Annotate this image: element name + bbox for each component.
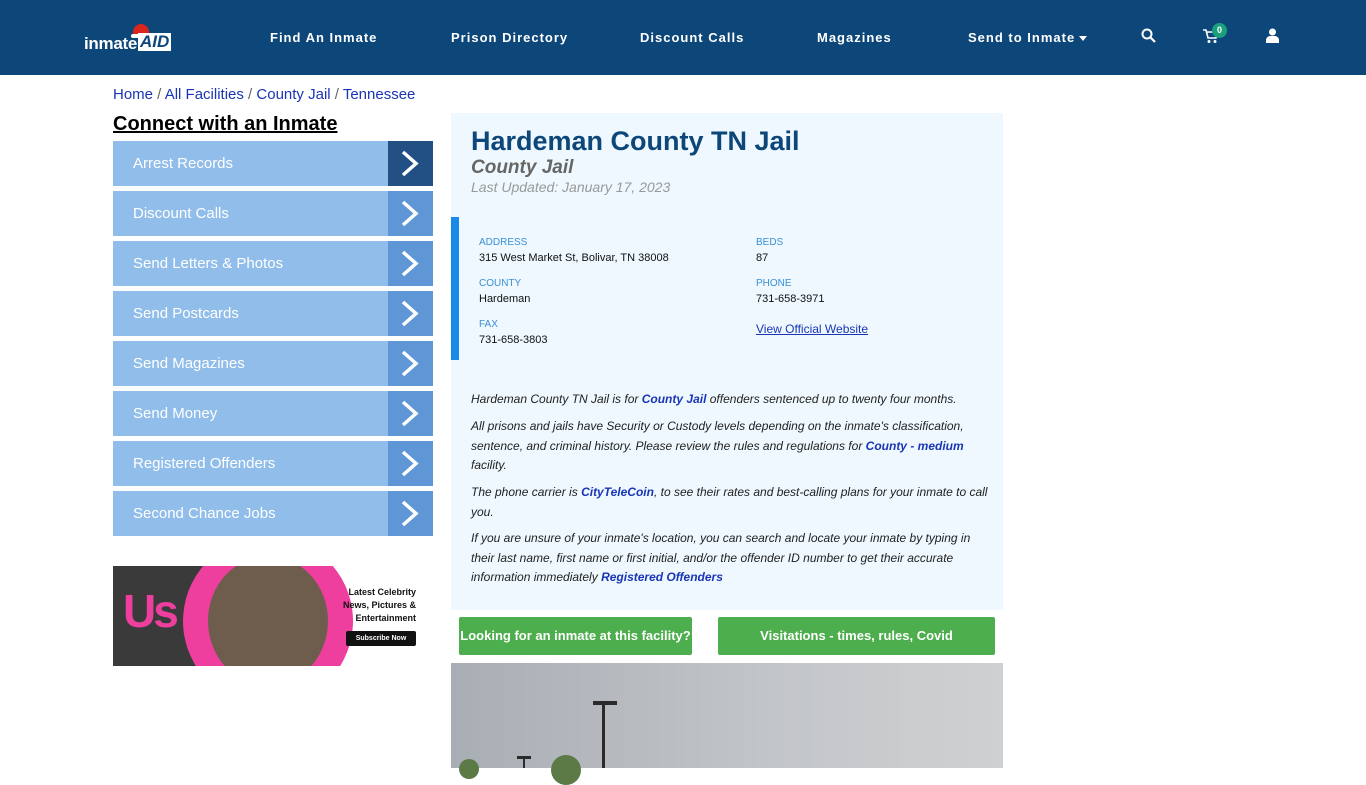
chevron-right-icon [388,291,433,336]
sidebar-item-label: Arrest Records [133,155,234,172]
sidebar-item-send-money[interactable]: Send Money [113,391,433,436]
chevron-right-icon [388,141,433,186]
field-value: Hardeman [479,293,531,305]
chevron-right-icon [388,491,433,536]
text: offenders sentenced up to twenty four mo… [706,392,957,406]
sidebar-item-discount-calls[interactable]: Discount Calls [113,191,433,236]
field-label: PHONE [756,278,792,289]
nav-prison-directory[interactable]: Prison Directory [451,30,568,45]
caret-down-icon [1079,36,1088,42]
info-accent-bar [451,217,459,360]
chevron-right-icon [388,241,433,286]
sidebar-item-label: Send Postcards [133,305,239,322]
breadcrumb-all-facilities[interactable]: All Facilities [165,86,244,103]
search-paragraph: If you are unsure of your inmate's locat… [471,529,996,588]
breadcrumb-tennessee[interactable]: Tennessee [343,86,416,103]
phone-carrier-paragraph: The phone carrier is CityTeleCoin, to se… [471,483,996,522]
ad-subscribe-button[interactable]: Subscribe Now [346,631,416,646]
sidebar-item-send-postcards[interactable]: Send Postcards [113,291,433,336]
chevron-right-icon [388,441,433,486]
field-value: 731-658-3803 [479,334,548,346]
view-official-website-link[interactable]: View Official Website [756,322,868,336]
sidebar-item-label: Discount Calls [133,205,229,222]
light-pole-head [593,701,617,705]
field-value: 731-658-3971 [756,293,825,305]
ad-line: Latest Celebrity [348,587,416,597]
field-label: BEDS [756,237,784,248]
search-icon[interactable] [1141,28,1156,48]
sidebar-item-label: Send Money [133,405,218,422]
text: Hardeman County TN Jail is for [471,392,642,406]
ad-brand-logo: Us [123,585,179,637]
field-value: 315 West Market St, Bolivar, TN 38008 [479,252,669,264]
nav-send-to-inmate[interactable]: Send to Inmate [968,30,1088,45]
inmateaid-logo[interactable]: inmate AID [84,24,179,56]
sidebar-item-label: Send Letters & Photos [133,255,284,272]
light-pole [523,758,525,768]
logo-text: inmate [84,34,137,53]
sidebar-item-label: Second Chance Jobs [133,505,276,522]
sidebar-item-registered-offenders[interactable]: Registered Offenders [113,441,433,486]
citytelecoin-link[interactable]: CityTeleCoin [581,485,654,499]
breadcrumb-home[interactable]: Home [113,86,153,103]
security-paragraph: All prisons and jails have Security or C… [471,417,996,476]
county-jail-link[interactable]: County Jail [642,392,707,406]
looking-for-inmate-button[interactable]: Looking for an inmate at this facility? [459,617,692,655]
nav-find-an-inmate[interactable]: Find An Inmate [270,30,377,45]
text: facility. [471,458,507,472]
nav-magazines[interactable]: Magazines [817,30,892,45]
facility-panel: Hardeman County TN Jail County Jail Last… [451,113,1003,610]
top-navbar: inmate AID Find An Inmate Prison Directo… [0,0,1366,75]
breadcrumb: Home / All Facilities / County Jail / Te… [113,86,416,103]
tree [551,755,581,785]
chevron-right-icon [388,391,433,436]
user-icon[interactable] [1266,28,1279,48]
county-medium-link[interactable]: County - medium [866,439,964,453]
nav-send-to-inmate-label: Send to Inmate [968,30,1076,45]
county-field: COUNTY Hardeman [479,278,530,305]
field-value: 87 [756,252,769,264]
chevron-right-icon [388,341,433,386]
address-field: ADDRESS 315 West Market St, Bolivar, TN … [479,237,669,264]
website-field: View Official Website [756,322,868,336]
facility-type: County Jail [471,157,574,178]
field-label: FAX [479,319,498,330]
field-label: COUNTY [479,278,522,289]
last-updated: Last Updated: January 17, 2023 [471,179,671,195]
ad-headline: Latest Celebrity News, Pictures & Entert… [343,586,416,625]
tree [459,759,479,779]
sidebar-item-send-magazines[interactable]: Send Magazines [113,341,433,386]
ad-photo [208,566,328,666]
nav-discount-calls[interactable]: Discount Calls [640,30,744,45]
description-paragraph: Hardeman County TN Jail is for County Ja… [471,390,996,410]
field-label: ADDRESS [479,237,528,248]
visitations-button[interactable]: Visitations - times, rules, Covid cancel… [718,617,995,681]
phone-field: PHONE 731-658-3971 [756,278,825,305]
registered-offenders-link[interactable]: Registered Offenders [601,570,723,584]
logo-text-aid: AID [138,32,172,51]
sidebar-item-label: Send Magazines [133,355,245,372]
facility-title: Hardeman County TN Jail [471,126,800,156]
breadcrumb-county-jail[interactable]: County Jail [256,86,330,103]
sidebar-item-label: Registered Offenders [133,455,276,472]
chevron-right-icon [388,191,433,236]
facility-info-box: ADDRESS 315 West Market St, Bolivar, TN … [451,217,1003,360]
light-pole-head [517,756,531,759]
facility-photo [451,663,1003,785]
light-pole [602,703,605,768]
fax-field: FAX 731-658-3803 [479,319,548,346]
ad-line: News, Pictures & [342,600,416,610]
beds-field: BEDS 87 [756,237,783,264]
sidebar-title: Connect with an Inmate [113,113,338,135]
sidebar-item-send-letters-photos[interactable]: Send Letters & Photos [113,241,433,286]
ad-line: Entertainment [355,613,416,623]
sidebar-item-arrest-records[interactable]: Arrest Records [113,141,433,186]
cart-count-badge: 0 [1212,23,1227,38]
text: The phone carrier is [471,485,582,499]
sidebar-item-second-chance-jobs[interactable]: Second Chance Jobs [113,491,433,536]
us-weekly-ad-banner[interactable]: Us Latest Celebrity News, Pictures & Ent… [113,566,433,666]
